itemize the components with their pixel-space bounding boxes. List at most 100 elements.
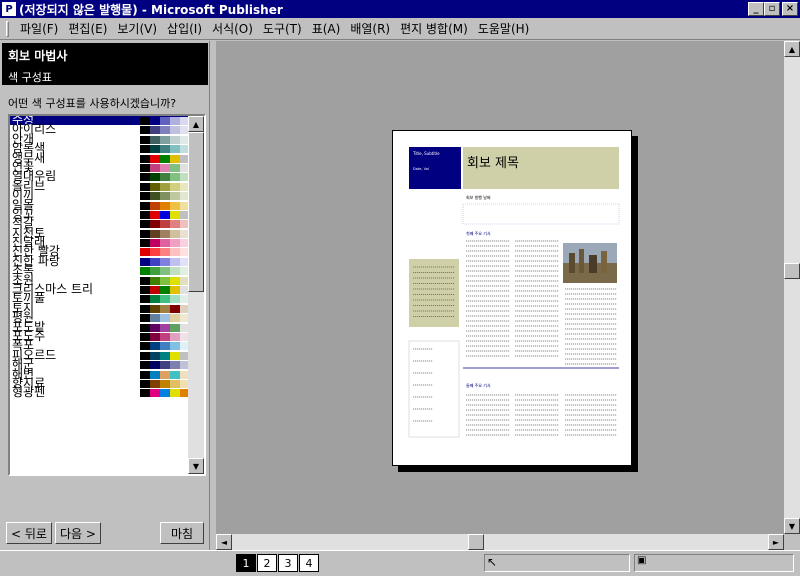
menu-file[interactable]: 파일(F) <box>15 20 63 37</box>
story2-heading: 둘째 주요 기사 <box>466 382 491 388</box>
canvas-horizontal-scrollbar[interactable]: ◄ ► <box>216 534 784 550</box>
color-swatch <box>160 135 170 144</box>
menu-view[interactable]: 보기(V) <box>112 20 162 37</box>
color-swatch <box>150 389 160 398</box>
canvas-vertical-thumb[interactable] <box>784 263 800 279</box>
color-swatch <box>140 239 150 248</box>
status-bar: 1 2 3 4 ↖ ▣ <box>0 550 800 576</box>
color-scheme-scrollbar[interactable]: ▲ ▼ <box>188 116 204 474</box>
canvas-vertical-scrollbar[interactable]: ▲ ▼ <box>784 41 800 534</box>
close-button[interactable]: × <box>782 2 798 16</box>
publisher-app-icon[interactable]: P <box>1 1 17 17</box>
color-scheme-list-items: 수성 아이리스 안개 암록색 앵무새 연꽃 열대우림 올리브 이끼 일몰 잉꼬 적갈 지천토 진달래 진한 … <box>10 116 190 474</box>
color-swatch <box>140 332 150 341</box>
finish-button[interactable]: 마침 <box>160 522 204 544</box>
color-swatch <box>150 257 160 266</box>
canvas-horizontal-thumb[interactable] <box>468 534 484 550</box>
color-scheme-swatches <box>140 323 190 332</box>
page-3-button[interactable]: 3 <box>278 554 298 572</box>
color-scheme-item[interactable]: 형광펜 <box>10 386 190 399</box>
newsletter-layout: Title, Subtitle Date, Vol 회보 제목 회보 발행 날짜… <box>408 147 620 438</box>
title-bar: P (저장되지 않은 발행물) - Microsoft Publisher _ … <box>0 0 800 18</box>
color-swatch <box>150 351 160 360</box>
color-swatch <box>140 248 150 257</box>
size-readout: ▣ <box>634 554 794 572</box>
color-swatch <box>170 295 180 304</box>
back-button[interactable]: < 뒤로 <box>6 522 52 544</box>
color-swatch <box>140 342 150 351</box>
color-swatch <box>160 182 170 191</box>
next-button[interactable]: 다음 > <box>55 522 101 544</box>
newsletter-page[interactable]: Title, Subtitle Date, Vol 회보 제목 회보 발행 날짜… <box>392 130 632 466</box>
color-swatch <box>150 314 160 323</box>
color-swatch <box>160 286 170 295</box>
wizard-header: 회보 마법사 색 구성표 <box>2 43 208 85</box>
color-swatch <box>150 295 160 304</box>
canvas-scroll-right-icon[interactable]: ► <box>768 534 784 550</box>
color-swatch <box>150 342 160 351</box>
color-swatch <box>140 135 150 144</box>
menu-insert[interactable]: 삽입(I) <box>162 20 207 37</box>
page-2-button[interactable]: 2 <box>257 554 277 572</box>
menu-format[interactable]: 서식(O) <box>207 20 258 37</box>
color-swatch <box>160 257 170 266</box>
banner-line1: Title, Subtitle <box>412 151 440 156</box>
color-swatch <box>150 210 160 219</box>
color-swatch <box>150 332 160 341</box>
restore-button[interactable]: ▫ <box>764 2 780 16</box>
page-4-button[interactable]: 4 <box>299 554 319 572</box>
menu-help[interactable]: 도움말(H) <box>473 20 535 37</box>
color-swatch <box>160 370 170 379</box>
menu-arrange[interactable]: 배열(R) <box>345 20 395 37</box>
scroll-up-icon[interactable]: ▲ <box>188 116 204 132</box>
color-swatch <box>160 126 170 135</box>
color-swatch <box>140 126 150 135</box>
color-swatch <box>150 163 160 172</box>
menu-mail-merge[interactable]: 편지 병합(M) <box>395 20 473 37</box>
menu-table[interactable]: 표(A) <box>307 20 346 37</box>
menu-grip[interactable] <box>6 20 9 37</box>
color-scheme-swatches <box>140 304 190 313</box>
color-swatch <box>140 351 150 360</box>
color-swatch <box>150 304 160 313</box>
color-swatch <box>170 267 180 276</box>
color-scheme-list[interactable]: 수성 아이리스 안개 암록색 앵무새 연꽃 열대우림 올리브 이끼 일몰 잉꼬 적갈 지천토 진달래 진한 … <box>8 114 206 476</box>
menu-tools[interactable]: 도구(T) <box>258 20 307 37</box>
color-swatch <box>170 210 180 219</box>
color-swatch <box>160 314 170 323</box>
page-1-button[interactable]: 1 <box>236 554 256 572</box>
color-swatch <box>170 239 180 248</box>
canvas-scroll-down-icon[interactable]: ▼ <box>784 518 800 534</box>
color-swatch <box>150 173 160 182</box>
color-swatch <box>170 389 180 398</box>
newsletter-subhead: 회보 발행 날짜 <box>466 194 491 200</box>
subhead-frame[interactable] <box>462 203 620 225</box>
color-scheme-swatches <box>140 220 190 229</box>
scroll-thumb[interactable] <box>188 132 204 292</box>
color-swatch <box>160 332 170 341</box>
canvas-scroll-up-icon[interactable]: ▲ <box>784 41 800 57</box>
color-swatch <box>160 361 170 370</box>
scroll-down-icon[interactable]: ▼ <box>188 458 204 474</box>
color-swatch <box>160 389 170 398</box>
toc-box[interactable] <box>408 340 460 438</box>
color-swatch <box>170 248 180 257</box>
menu-edit[interactable]: 편집(E) <box>63 20 112 37</box>
color-swatch <box>150 239 160 248</box>
color-swatch <box>150 117 160 125</box>
minimize-button[interactable]: _ <box>748 2 764 16</box>
color-swatch <box>160 239 170 248</box>
canvas-scroll-left-icon[interactable]: ◄ <box>216 534 232 550</box>
color-swatch <box>170 135 180 144</box>
color-swatch <box>140 173 150 182</box>
color-swatch <box>140 182 150 191</box>
wizard-question: 어떤 색 구성표를 사용하시겠습니까? <box>8 97 177 110</box>
banner-line2: Date, Vol <box>413 167 429 171</box>
newsletter-headline: 회보 제목 <box>467 156 519 171</box>
photo-building <box>569 253 575 273</box>
color-swatch <box>160 379 170 388</box>
menu-bar: 파일(F) 편집(E) 보기(V) 삽입(I) 서식(O) 도구(T) 표(A)… <box>0 18 800 40</box>
color-swatch <box>140 192 150 201</box>
color-swatch <box>160 304 170 313</box>
color-scheme-swatches <box>140 342 190 351</box>
